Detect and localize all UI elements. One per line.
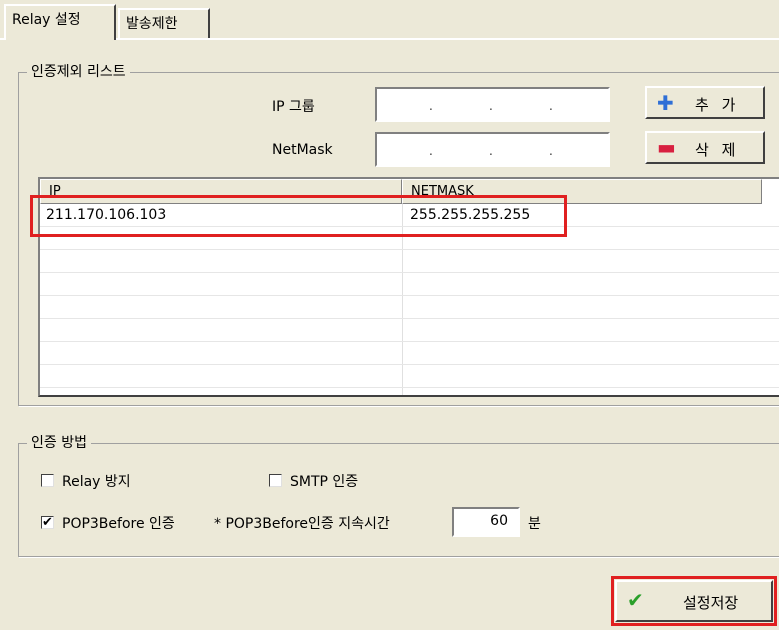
table-row-empty: [40, 365, 779, 388]
tab-divider: [0, 38, 779, 40]
ip-group-label: IP 그룹: [272, 99, 315, 115]
pop3-before-label: POP3Before 인증: [62, 516, 175, 532]
exclusion-list-legend: 인증제외 리스트: [27, 63, 130, 81]
duration-input[interactable]: 60: [452, 507, 520, 537]
highlight-save-box: [611, 576, 777, 626]
table-row-empty: [40, 296, 779, 319]
table-row-empty: [40, 273, 779, 296]
tab-relay-settings-label: Relay 설정: [12, 12, 81, 28]
duration-label: * POP3Before인증 지속시간: [214, 516, 390, 532]
ip-group-input[interactable]: ...: [375, 87, 610, 122]
auth-method-group: 인증 방법: [18, 434, 779, 557]
delete-button[interactable]: ▬ 삭 제: [645, 131, 765, 164]
table-row-empty: [40, 250, 779, 273]
tab-bar: Relay 설정 발송제한: [0, 0, 779, 42]
netmask-input[interactable]: ...: [375, 132, 610, 167]
duration-unit-label: 분: [528, 516, 541, 532]
table-row-empty: [40, 319, 779, 342]
table-row-empty: [40, 342, 779, 365]
tab-send-limit[interactable]: 발송제한: [118, 8, 210, 38]
pop3-before-checkbox[interactable]: ✔: [41, 516, 54, 529]
relay-block-checkbox[interactable]: [41, 474, 54, 487]
tab-send-limit-label: 발송제한: [126, 16, 178, 32]
add-button-label: 추 가: [695, 96, 740, 114]
add-button[interactable]: ✚ 추 가: [645, 86, 765, 119]
tab-relay-settings[interactable]: Relay 설정: [4, 4, 116, 40]
plus-icon: ✚: [657, 91, 674, 115]
smtp-auth-checkbox[interactable]: [269, 474, 282, 487]
auth-method-legend: 인증 방법: [27, 434, 91, 452]
highlight-row-box: [30, 195, 567, 237]
smtp-auth-label: SMTP 인증: [290, 474, 359, 490]
netmask-label: NetMask: [272, 142, 333, 158]
minus-icon: ▬: [657, 135, 676, 159]
relay-block-label: Relay 방지: [62, 474, 131, 490]
delete-button-label: 삭 제: [695, 141, 740, 159]
